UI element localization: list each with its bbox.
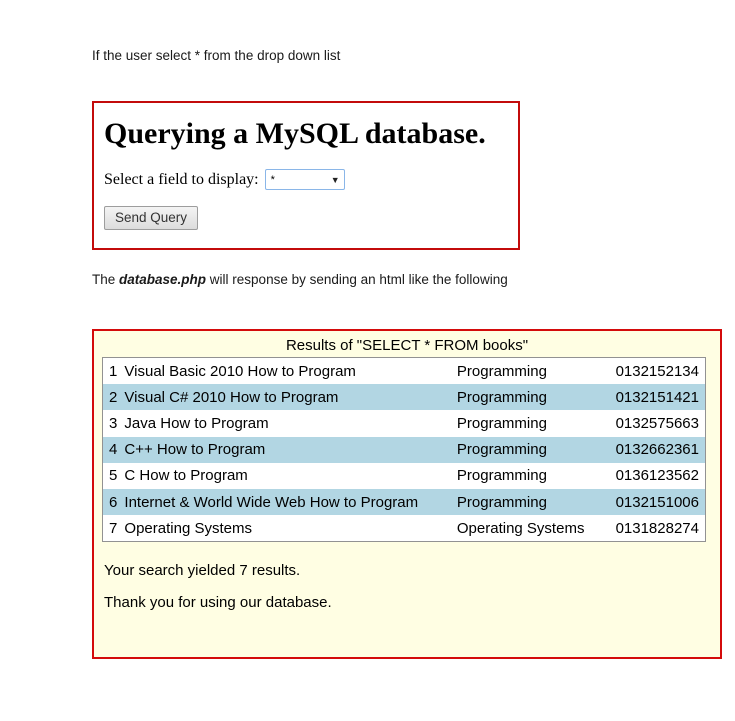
cell-row-number: 6 — [109, 493, 118, 511]
response-text: The database.php will response by sendin… — [92, 272, 735, 287]
cell-book-title: Operating Systems — [124, 519, 252, 537]
chevron-down-icon: ▼ — [330, 174, 340, 185]
cell-isbn: 0131828274 — [615, 519, 699, 537]
cell-book-title: C++ How to Program — [124, 441, 266, 459]
cell-book-title: Visual C# 2010 How to Program — [124, 388, 339, 406]
cell-row-number: 7 — [109, 519, 118, 537]
results-summary-text: Your search yielded 7 results. — [104, 562, 301, 580]
query-results-box: Results of "SELECT * FROM books" 1 Visual… — [92, 329, 722, 659]
cell-book-title: Visual Basic 2010 How to Program — [124, 362, 356, 380]
field-select-dropdown[interactable]: * ▼ — [264, 169, 345, 190]
field-select-row: Select a field to display: * ▼ — [104, 169, 508, 190]
cell-isbn: 0132662361 — [615, 441, 699, 459]
intro-text: If the user select * from the drop down … — [92, 48, 341, 63]
cell-category: Operating Systems — [456, 519, 585, 537]
table-row: 7 Operating Systems Operating Systems 01318… — [103, 515, 706, 542]
cell-book-title: C How to Program — [124, 467, 248, 485]
table-row: 6 Internet & World Wide Web How to Progra… — [102, 488, 706, 516]
cell-isbn: 0136123562 — [615, 467, 699, 485]
cell-book-title: Internet & World Wide Web How to Program — [124, 493, 419, 511]
thank-you-text: Thank you for using our database. — [104, 594, 332, 612]
table-row: 5 C How to Program Programming 0136123562 — [103, 463, 706, 489]
send-query-button[interactable]: Send Query — [104, 206, 199, 230]
cell-isbn: 0132152134 — [615, 362, 699, 380]
results-table: 1 Visual Basic 2010 How to Program Program… — [102, 357, 706, 543]
cell-row-number: 3 — [109, 414, 118, 432]
query-form-box: Querying a MySQL database. Select a fiel… — [92, 101, 520, 250]
cell-row-number: 4 — [109, 441, 118, 459]
response-filename: database.php — [119, 272, 207, 287]
cell-book-title: Java How to Program — [124, 414, 269, 432]
cell-category: Programming — [456, 414, 547, 432]
table-row: 3 Java How to Program Programming 013257566… — [103, 410, 706, 436]
table-row: 4 C++ How to Program Programming 0132662361 — [102, 436, 706, 463]
cell-row-number: 1 — [109, 362, 118, 380]
page-title: Querying a MySQL database. — [104, 117, 486, 150]
table-row: 2 Visual C# 2010 How to Program Programmin… — [102, 384, 706, 411]
cell-row-number: 5 — [109, 467, 118, 485]
cell-isbn: 0132151421 — [615, 388, 699, 406]
cell-isbn: 0132575663 — [615, 414, 699, 432]
field-select-value: * — [270, 173, 275, 186]
cell-category: Programming — [456, 362, 547, 380]
response-text-prefix: The — [92, 272, 120, 287]
table-row: 1 Visual Basic 2010 How to Program Program… — [103, 358, 706, 385]
cell-category: Programming — [456, 388, 547, 406]
response-text-suffix: will response by sending an html like th… — [206, 272, 508, 287]
cell-category: Programming — [456, 441, 547, 459]
field-select-label: Select a field to display: — [104, 170, 259, 188]
cell-category: Programming — [456, 493, 547, 511]
results-table-caption: Results of "SELECT * FROM books" — [285, 337, 529, 354]
cell-category: Programming — [456, 467, 547, 485]
cell-row-number: 2 — [109, 388, 118, 406]
cell-isbn: 0132151006 — [615, 493, 699, 511]
